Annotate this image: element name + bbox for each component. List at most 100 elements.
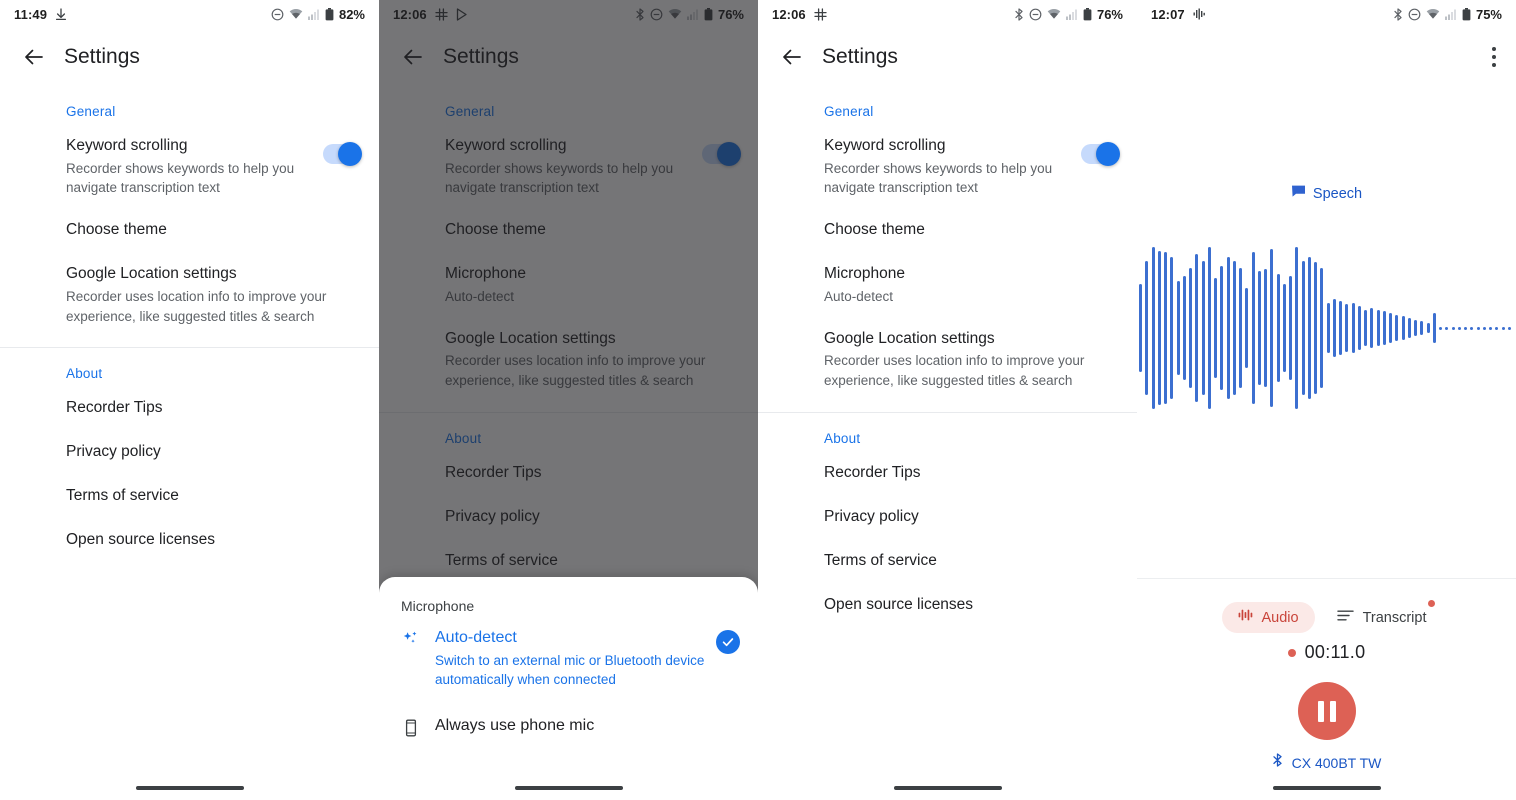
pause-button[interactable] (1297, 682, 1356, 740)
panel-settings-light: 11:49 82% Settings General Keyword scrol… (0, 0, 379, 800)
waveform-bar (1214, 277, 1217, 379)
mic-option-auto-detect[interactable]: Auto-detect Switch to an external mic or… (379, 614, 758, 690)
row-title: Terms of service (66, 487, 179, 505)
settings-list: General Keyword scrolling Recorder shows… (0, 86, 379, 563)
status-left: 12:06 (772, 7, 827, 22)
tab-audio[interactable]: Audio (1222, 602, 1315, 633)
panel-settings-mic: 12:06 76% Settings General Keyword scrol… (758, 0, 1137, 800)
waveform-bar (1270, 249, 1274, 407)
setting-row-recorder-tips[interactable]: Recorder Tips (758, 452, 1137, 496)
waveform-bar (1351, 302, 1355, 354)
row-title: Choose theme (66, 221, 167, 239)
setting-row-open-source-licenses[interactable]: Open source licenses (0, 519, 379, 563)
waveform-bar (1445, 326, 1449, 330)
waveform-bar (1139, 284, 1142, 372)
waveform-bar (1364, 309, 1367, 347)
option-title: Auto-detect (435, 629, 517, 646)
tab-transcript[interactable]: Transcript (1333, 599, 1435, 633)
status-clock: 12:07 (1151, 6, 1185, 22)
setting-row-privacy-policy[interactable]: Privacy policy (758, 496, 1137, 540)
recording-indicator-dot (1287, 648, 1296, 657)
setting-row-google-location[interactable]: Google Location settings Recorder uses l… (758, 318, 1137, 402)
bluetooth-device-row[interactable]: CX 400BT TW (1137, 753, 1516, 772)
do-not-disturb-icon (1029, 8, 1042, 21)
status-left: 12:07 (1151, 7, 1207, 22)
row-title: Keyword scrolling (824, 137, 946, 154)
bluetooth-icon (1014, 7, 1024, 21)
setting-row-open-source-licenses[interactable]: Open source licenses (758, 584, 1137, 628)
setting-row-keyword-scrolling[interactable]: Keyword scrolling Recorder shows keyword… (758, 125, 1137, 209)
waveform-bar (1201, 260, 1205, 396)
waveform-bar (1432, 312, 1436, 344)
row-subtitle: Recorder shows keywords to help you navi… (66, 160, 295, 196)
waveform-bar (1220, 265, 1224, 391)
microphone-bottom-sheet: Microphone Auto-detect Switch to an exte… (379, 577, 758, 800)
back-arrow-icon[interactable] (772, 37, 812, 77)
bluetooth-device-name: CX 400BT TW (1291, 754, 1382, 771)
row-subtitle: Auto-detect (824, 288, 894, 304)
setting-row-recorder-tips[interactable]: Recorder Tips (0, 387, 379, 431)
setting-row-keyword-scrolling[interactable]: Keyword scrolling Recorder shows keyword… (0, 125, 379, 209)
keyword-scrolling-toggle[interactable] (1081, 142, 1120, 166)
waveform-bar (1264, 269, 1267, 387)
app-bar (1137, 28, 1516, 86)
waveform-bar (1289, 275, 1292, 381)
waveform-bar (1170, 257, 1174, 399)
waveform-bar (1145, 260, 1149, 396)
wifi-icon (1047, 8, 1061, 20)
toggle-knob (338, 142, 362, 166)
setting-row-choose-theme[interactable]: Choose theme (758, 209, 1137, 253)
waveform-bar (1245, 287, 1249, 369)
audio-waveform (1137, 244, 1516, 412)
toggle-knob (1096, 142, 1120, 166)
screenshot-strip: 11:49 82% Settings General Keyword scrol… (0, 0, 1516, 800)
gesture-bar[interactable] (893, 786, 1002, 790)
keyword-scrolling-toggle[interactable] (323, 142, 362, 166)
row-title: Keyword scrolling (66, 137, 188, 154)
waveform-bar (1226, 257, 1230, 399)
status-bar: 12:06 76% (758, 0, 1137, 28)
more-vert-icon[interactable] (1472, 35, 1516, 79)
gesture-bar[interactable] (135, 786, 244, 790)
waveform-bar (1489, 326, 1492, 330)
row-title: Privacy policy (824, 507, 919, 525)
waveform-bar (1301, 260, 1305, 396)
option-title: Always use phone mic (435, 716, 595, 734)
waveform-bar (1370, 307, 1374, 349)
selected-check-icon (716, 630, 740, 654)
panel-recorder: 12:07 75% Speech Audio Transcript 00:11.… (1137, 0, 1516, 800)
tab-audio-label: Audio (1261, 609, 1299, 626)
setting-row-privacy-policy[interactable]: Privacy policy (0, 431, 379, 475)
waveform-bar (1357, 306, 1361, 350)
bluetooth-icon (1393, 7, 1403, 21)
pause-bar-right (1329, 700, 1336, 722)
setting-row-google-location[interactable]: Google Location settings Recorder uses l… (0, 253, 379, 337)
setting-row-terms-of-service[interactable]: Terms of service (0, 475, 379, 519)
app-bar: Settings (758, 28, 1137, 86)
waveform-bar (1295, 247, 1299, 409)
status-bar: 11:49 82% (0, 0, 379, 28)
mic-option-phone-mic[interactable]: Always use phone mic (379, 690, 758, 738)
wifi-icon (1426, 8, 1440, 20)
gesture-bar[interactable] (1272, 786, 1381, 790)
sheet-title: Microphone (401, 598, 475, 614)
row-title: Privacy policy (66, 443, 161, 461)
waveform-bar (1151, 247, 1155, 409)
section-header-about: About (66, 366, 103, 382)
gesture-bar[interactable] (514, 786, 623, 790)
setting-row-microphone[interactable]: Microphone Auto-detect (758, 253, 1137, 317)
status-right: 75% (1393, 7, 1502, 22)
setting-row-terms-of-service[interactable]: Terms of service (758, 540, 1137, 584)
waveform-bar (1395, 314, 1399, 342)
waveform-bar (1507, 326, 1511, 330)
signal-icon (1065, 9, 1078, 20)
back-arrow-icon[interactable] (14, 37, 54, 77)
status-left: 11:49 (14, 7, 67, 22)
waveform-bar (1332, 299, 1336, 357)
setting-row-choose-theme[interactable]: Choose theme (0, 209, 379, 253)
battery-icon (1083, 7, 1092, 21)
waveform-bar (1195, 254, 1199, 402)
panel-settings-sheet: 12:06 76% Settings General (379, 0, 758, 800)
wifi-icon (289, 8, 303, 20)
row-title: Microphone (824, 265, 905, 283)
